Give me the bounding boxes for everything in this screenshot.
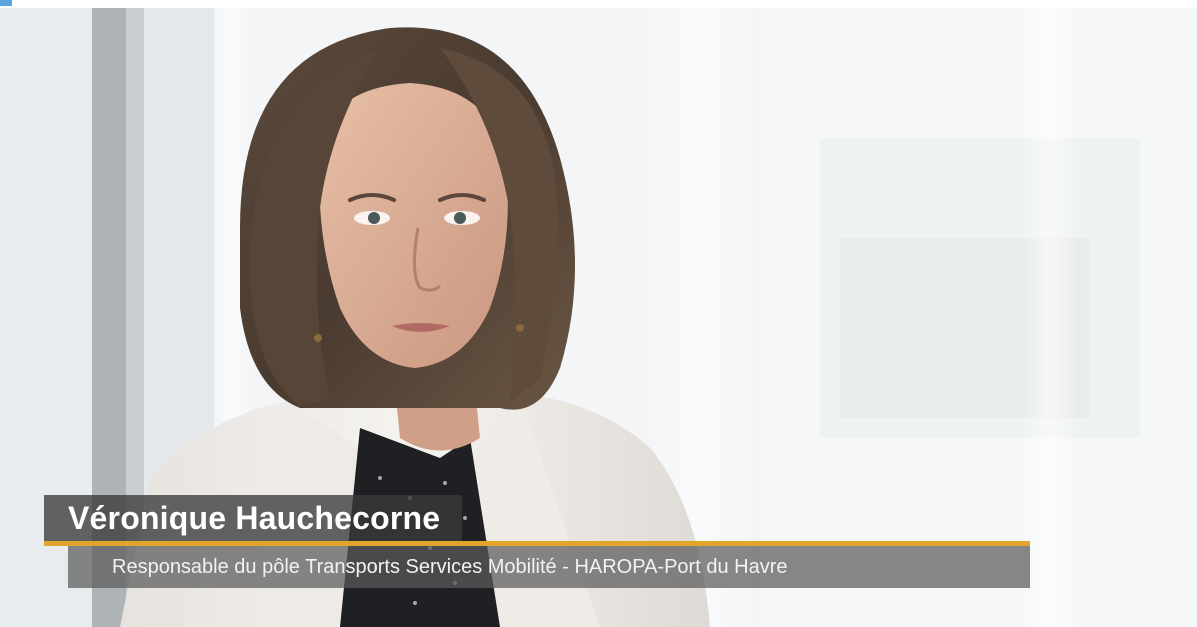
video-still[interactable] (0, 8, 1197, 627)
interview-scene (0, 8, 1197, 627)
video-frame: Véronique Hauchecorne Responsable du pôl… (0, 0, 1197, 627)
top-link-mark (0, 0, 12, 6)
